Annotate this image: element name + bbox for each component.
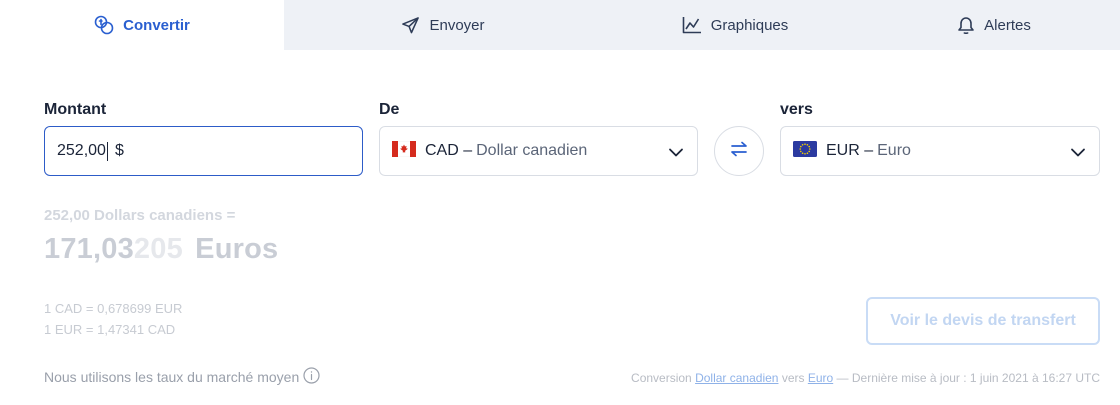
tab-alertes[interactable]: Alertes [868,0,1120,50]
result-amount-main: 171,03 [44,233,134,265]
eur-currency-link[interactable]: Euro [808,371,833,385]
amount-currency-symbol: $ [114,142,124,159]
from-label: De [379,101,400,118]
rate-line-eur-cad: 1 EUR = 1,47341 CAD [44,322,176,337]
info-icon[interactable] [303,367,320,387]
from-currency-code: CAD – [425,142,473,159]
conversion-result: 171,03205 Euros [44,233,278,266]
tab-convertir[interactable]: Convertir [0,0,284,50]
cad-currency-link[interactable]: Dollar canadien [695,371,778,385]
tab-graphiques[interactable]: Graphiques [602,0,868,50]
text-cursor [106,141,108,161]
tab-bar: Convertir Envoyer Graphiques Alertes [0,0,1120,50]
swap-arrows-icon [730,141,748,162]
eu-flag-icon [793,140,817,162]
bell-icon [957,16,975,35]
footer-suffix: — Dernière mise à jour : 1 juin 2021 à 1… [836,371,1100,385]
from-currency-select[interactable]: CAD – Dollar canadien [379,126,698,176]
swap-currencies-button[interactable] [714,126,764,176]
amount-input[interactable]: 252,00 $ [44,126,363,176]
chevron-down-icon [668,144,684,165]
money-convert-icon [94,15,114,35]
mid-market-note: Nous utilisons les taux du marché moyen [44,367,320,387]
footer-prefix: Conversion [631,371,692,385]
tab-envoyer[interactable]: Envoyer [284,0,602,50]
send-icon [401,16,420,35]
tab-label: Graphiques [710,16,789,34]
to-currency-code: EUR – [826,142,874,159]
tab-label: Alertes [984,16,1031,34]
amount-value: 252,00 [57,142,106,159]
from-currency-name: Dollar canadien [476,142,588,159]
tab-label: Envoyer [429,16,485,34]
result-amount-extra-digits: 205 [133,233,183,265]
view-transfer-quote-button[interactable]: Voir le devis de transfert [866,297,1100,345]
last-update-footer: Conversion Dollar canadien vers Euro — D… [631,371,1100,385]
amount-label: Montant [44,101,107,118]
rate-line-cad-eur: 1 CAD = 0,678699 EUR [44,301,183,316]
canada-flag-icon [391,140,417,162]
chevron-down-icon [1070,144,1086,165]
footer-middle: vers [781,371,805,385]
tab-label: Convertir [123,16,190,34]
to-label: vers [780,101,813,118]
chart-icon [682,16,702,34]
result-currency: Euros [195,233,279,265]
mid-market-note-text: Nous utilisons les taux du marché moyen [44,369,300,385]
to-currency-name: Euro [877,142,911,159]
conversion-summary: 252,00 Dollars canadiens = [44,207,236,224]
to-currency-select[interactable]: EUR – Euro [780,126,1100,176]
